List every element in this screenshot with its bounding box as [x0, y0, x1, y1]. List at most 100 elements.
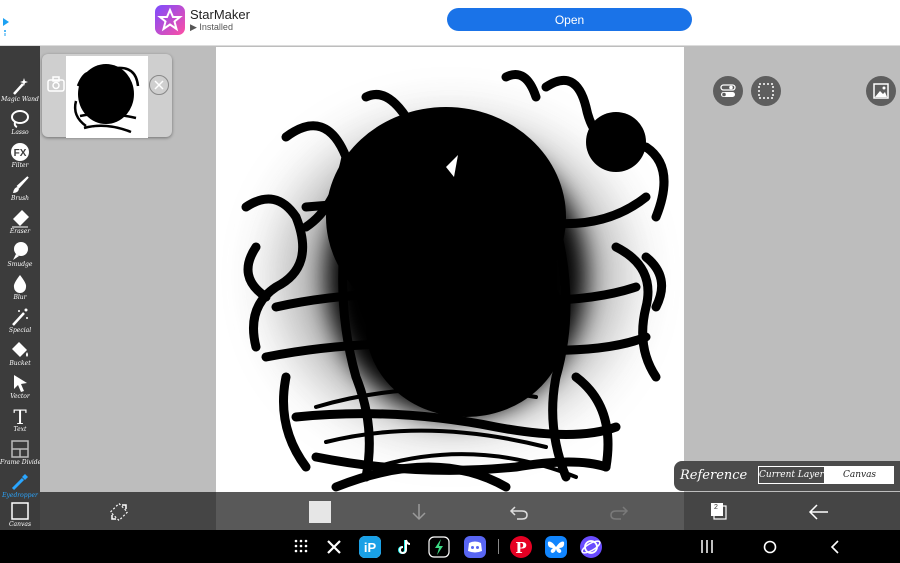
close-icon: [154, 80, 164, 90]
pinterest-app[interactable]: P: [510, 536, 532, 558]
tool-label: Bucket: [9, 360, 31, 367]
ad-app-status: ▶ Installed: [190, 22, 233, 32]
brush-icon: [13, 176, 29, 193]
tool-lasso[interactable]: Lasso: [0, 106, 40, 139]
home-icon[interactable]: [763, 540, 777, 554]
tool-blur[interactable]: Blur: [0, 271, 40, 304]
undo-icon[interactable]: [509, 502, 529, 522]
transform-icon[interactable]: [109, 502, 129, 522]
ad-banner[interactable]: StarMaker ▶ Installed Open: [0, 0, 900, 46]
tool-text[interactable]: T Text: [0, 403, 40, 436]
x-icon: [327, 540, 341, 554]
magic-wand-icon: [13, 78, 28, 95]
svg-text:iP: iP: [364, 540, 377, 555]
bluesky-app[interactable]: [545, 536, 567, 558]
tool-brush[interactable]: Brush: [0, 172, 40, 205]
camera-icon[interactable]: [47, 76, 65, 92]
eyedropper-icon: [11, 474, 28, 491]
back-icon[interactable]: [830, 540, 840, 554]
reference-current-layer-option[interactable]: Current Layer: [758, 466, 825, 484]
eraser-icon: [12, 210, 29, 228]
samsung-internet-icon: [581, 540, 601, 554]
tool-magic-wand[interactable]: Magic Wand: [0, 73, 40, 106]
tool-smudge[interactable]: Smudge: [0, 238, 40, 271]
reference-canvas-option[interactable]: Canvas: [825, 466, 894, 484]
color-swatch[interactable]: [309, 501, 331, 523]
blur-drop-icon: [13, 275, 27, 293]
thumbnail-artwork: [73, 64, 140, 134]
reference-image-button[interactable]: [866, 76, 896, 106]
canvas-thumbnail: [66, 56, 148, 138]
tool-label: Frame Divider: [0, 459, 45, 466]
tool-label: Vector: [10, 393, 30, 400]
discord-icon: [468, 541, 482, 553]
reference-label: Reference: [680, 468, 748, 483]
text-icon: T: [13, 406, 27, 426]
frame-divider-icon: [11, 440, 29, 458]
x-app[interactable]: [323, 536, 345, 558]
bluesky-icon: [547, 541, 565, 553]
tool-label: Smudge: [7, 261, 33, 268]
smudge-icon: [13, 242, 28, 260]
drawing-canvas[interactable]: [216, 47, 684, 492]
tool-label: Lasso: [11, 129, 29, 136]
pinterest-icon: P: [515, 539, 526, 557]
tool-filter[interactable]: FX Filter: [0, 139, 40, 172]
text-glyph: T: [13, 406, 27, 426]
tiktok-app[interactable]: [393, 536, 415, 558]
tiktok-icon: [398, 539, 411, 554]
discord-app[interactable]: [464, 536, 486, 558]
preview-panel[interactable]: [42, 54, 172, 138]
ad-open-button[interactable]: Open: [447, 8, 692, 31]
ad-choices-icon[interactable]: [3, 18, 9, 36]
scribble-artwork: [241, 70, 669, 492]
ad-app-name[interactable]: StarMaker: [190, 7, 250, 22]
reference-bar: Reference Current Layer Canvas: [674, 461, 900, 491]
layers-button[interactable]: 2: [709, 501, 729, 521]
tool-label: Blur: [13, 294, 27, 301]
tool-vector[interactable]: Vector: [0, 370, 40, 403]
flash-app[interactable]: [428, 536, 450, 558]
redo-icon[interactable]: [609, 502, 629, 522]
tool-label: Canvas: [8, 521, 32, 528]
lasso-icon: [11, 110, 29, 128]
bottom-toolbar: 2: [40, 492, 900, 530]
close-preview-button[interactable]: [149, 75, 169, 95]
tool-eraser[interactable]: Eraser: [0, 205, 40, 238]
back-arrow-icon[interactable]: [808, 502, 830, 522]
layer-down-icon[interactable]: [409, 502, 429, 522]
tool-bucket[interactable]: Bucket: [0, 337, 40, 370]
tool-label: Filter: [11, 162, 29, 169]
tool-label: Magic Wand: [1, 96, 39, 103]
starmaker-logo-icon[interactable]: [155, 5, 185, 35]
samsung-internet-app[interactable]: [580, 536, 602, 558]
tool-frame-divider[interactable]: Frame Divider: [0, 436, 45, 469]
vector-arrow-icon: [14, 375, 27, 392]
flash-app-icon: [428, 536, 450, 558]
fx-glyph: FX: [14, 148, 27, 159]
tool-sidebar: Magic Wand Lasso FX Filter Brush Eraser: [0, 46, 45, 531]
tool-label: Text: [13, 426, 27, 433]
layers-icon: [711, 503, 727, 520]
bucket-icon: [12, 342, 28, 357]
adjust-toggle-button[interactable]: [713, 76, 743, 106]
svg-text:P: P: [515, 539, 526, 557]
tool-special[interactable]: Special: [0, 304, 40, 337]
reference-image-icon: [873, 83, 889, 99]
special-wand-icon: [12, 308, 28, 326]
app-drawer-icon[interactable]: [294, 539, 308, 553]
selection-button[interactable]: [751, 76, 781, 106]
ibis-paint-icon: iP: [359, 536, 381, 558]
canvas-icon: [11, 502, 29, 520]
system-taskbar: iP P: [0, 530, 900, 563]
selection-marquee-icon: [758, 83, 774, 99]
tool-label: Eraser: [9, 228, 31, 235]
recents-icon[interactable]: [700, 540, 714, 553]
fx-filter-icon: FX: [11, 143, 29, 161]
layers-count: 2: [714, 504, 718, 511]
tool-canvas[interactable]: Canvas: [0, 498, 40, 531]
adjust-toggle-icon: [720, 84, 736, 97]
tool-label: Special: [8, 327, 32, 334]
ibis-paint-app[interactable]: iP: [359, 536, 381, 558]
taskbar-divider: [498, 539, 499, 554]
